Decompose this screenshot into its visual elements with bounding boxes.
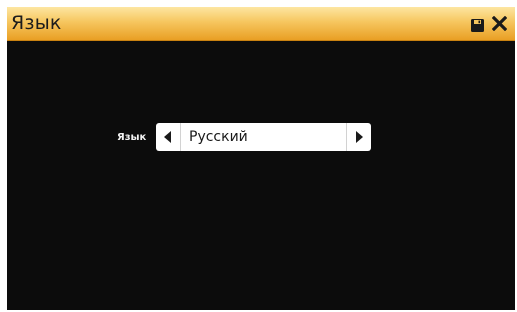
next-language-button[interactable] xyxy=(346,123,371,151)
title-bar: Язык xyxy=(7,7,515,41)
triangle-right-icon xyxy=(356,131,363,143)
language-settings-window: Язык Язык Русский xyxy=(7,7,515,310)
settings-content: Язык Русский xyxy=(7,41,515,310)
language-value: Русский xyxy=(189,129,248,145)
triangle-left-icon xyxy=(164,131,171,143)
save-button[interactable] xyxy=(471,17,484,32)
language-selector[interactable]: Русский xyxy=(156,123,371,151)
floppy-disk-icon xyxy=(471,19,484,32)
window-title: Язык xyxy=(11,12,62,34)
close-icon xyxy=(491,15,508,32)
close-button[interactable] xyxy=(491,15,508,32)
previous-language-button[interactable] xyxy=(156,123,181,151)
language-label: Язык xyxy=(117,132,147,143)
